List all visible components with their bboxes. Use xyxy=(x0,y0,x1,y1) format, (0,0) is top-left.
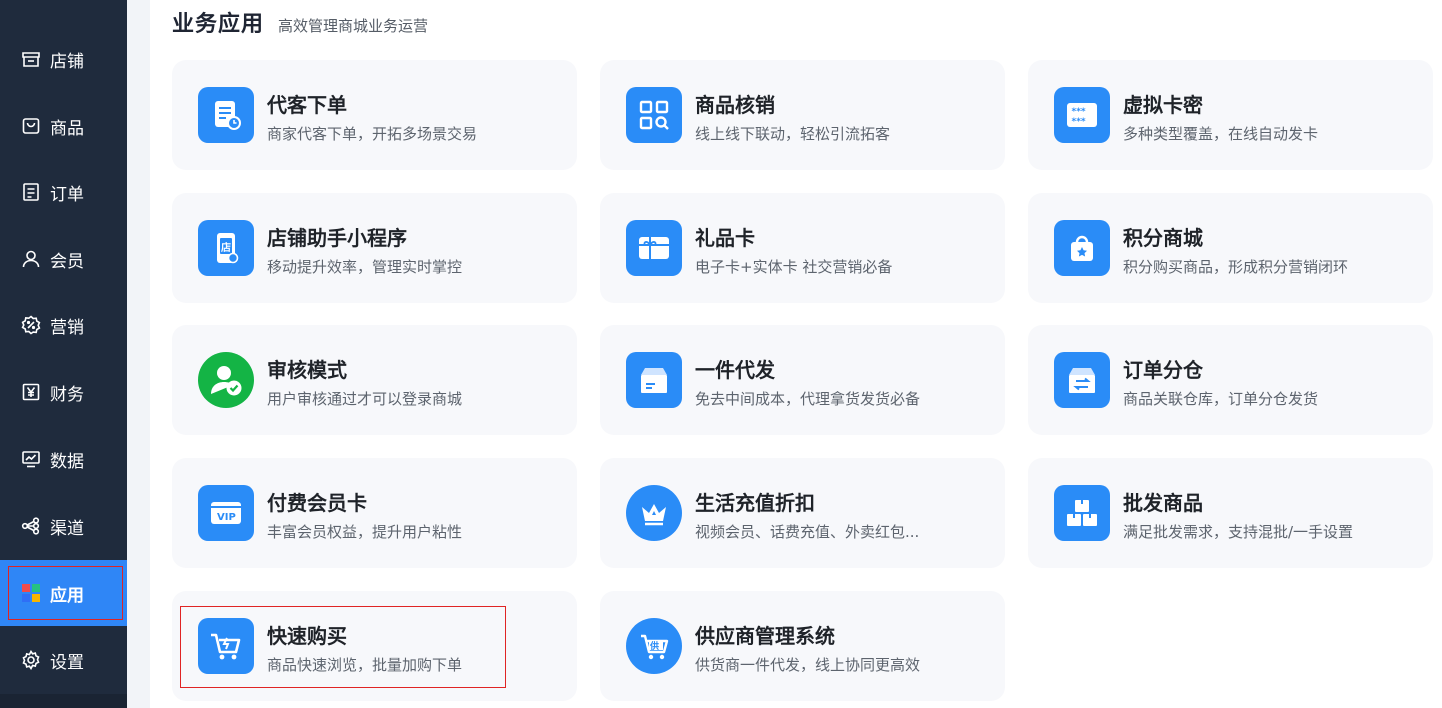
svg-text:VIP: VIP xyxy=(217,512,236,523)
app-desc: 商品快速浏览，批量加购下单 xyxy=(267,656,463,674)
app-name: 审核模式 xyxy=(267,358,347,382)
sidebar-item-finance[interactable]: 财务 xyxy=(0,359,127,425)
crown-icon xyxy=(626,485,682,541)
store-icon xyxy=(20,48,42,70)
svg-text:店: 店 xyxy=(221,241,231,254)
sidebar-item-data[interactable]: 数据 xyxy=(0,426,127,492)
app-desc: 移动提升效率，管理实时掌控 xyxy=(267,258,463,276)
app-name: 供应商管理系统 xyxy=(695,624,835,648)
sidebar-item-apps[interactable]: 应用 xyxy=(0,560,127,626)
app-desc: 电子卡+实体卡 社交营销必备 xyxy=(695,258,893,276)
app-desc: 用户审核通过才可以登录商城 xyxy=(267,390,463,408)
app-card-points-mall[interactable]: 积分商城 积分购买商品，形成积分营销闭环 xyxy=(1028,193,1433,303)
app-name: 付费会员卡 xyxy=(267,491,367,515)
sidebar-item-label: 设置 xyxy=(50,652,84,673)
sidebar-item-label: 店铺 xyxy=(50,51,84,72)
app-card-store-assistant[interactable]: 店 店铺助手小程序 移动提升效率，管理实时掌控 xyxy=(172,193,577,303)
app-card-paid-member[interactable]: VIP 付费会员卡 丰富会员权益，提升用户粘性 xyxy=(172,458,577,568)
svg-text:供: 供 xyxy=(649,640,659,652)
content-gutter xyxy=(127,0,150,708)
quick-cart-icon xyxy=(198,618,254,674)
apps-grid-icon xyxy=(20,582,42,604)
sidebar-item-label: 财务 xyxy=(50,384,84,405)
sidebar: 店铺 商品 订单 会员 营销 财务 数据 渠道 应用 设置 xyxy=(0,0,127,708)
sidebar-footer xyxy=(0,694,127,708)
app-name: 批发商品 xyxy=(1123,491,1203,515)
app-name: 代客下单 xyxy=(267,93,347,117)
sidebar-item-label: 商品 xyxy=(50,118,84,139)
sidebar-item-label: 数据 xyxy=(50,451,84,472)
app-card-life-recharge[interactable]: 生活充值折扣 视频会员、话费充值、外卖红包... xyxy=(600,458,1005,568)
app-card-supplier-system[interactable]: 供 供应商管理系统 供货商一件代发，线上协同更高效 xyxy=(600,591,1005,701)
app-card-review-mode[interactable]: 审核模式 用户审核通过才可以登录商城 xyxy=(172,325,577,435)
app-card-wholesale[interactable]: 批发商品 满足批发需求，支持混批/一手设置 xyxy=(1028,458,1433,568)
app-desc: 线上线下联动，轻松引流拓客 xyxy=(695,125,891,143)
supplier-cart-icon: 供 xyxy=(626,618,682,674)
app-name: 礼品卡 xyxy=(695,226,755,250)
app-name: 商品核销 xyxy=(695,93,775,117)
app-card-quick-buy[interactable]: 快速购买 商品快速浏览，批量加购下单 xyxy=(172,591,577,701)
section-subtitle: 高效管理商城业务运营 xyxy=(278,17,429,35)
phone-store-icon: 店 xyxy=(198,220,254,276)
app-name: 一件代发 xyxy=(695,358,775,382)
app-card-goods-verify[interactable]: 商品核销 线上线下联动，轻松引流拓客 xyxy=(600,60,1005,170)
share-icon xyxy=(20,515,42,537)
app-name: 订单分仓 xyxy=(1123,358,1203,382)
app-card-virtual-card[interactable]: *** *** 虚拟卡密 多种类型覆盖，在线自动发卡 xyxy=(1028,60,1433,170)
boxes-icon xyxy=(1054,485,1110,541)
app-desc: 免去中间成本，代理拿货发货必备 xyxy=(695,390,921,408)
sidebar-item-label: 订单 xyxy=(50,184,84,205)
section-header: 业务应用 高效管理商城业务运营 xyxy=(172,6,428,40)
app-desc: 积分购买商品，形成积分营销闭环 xyxy=(1123,258,1349,276)
app-card-order-warehouse[interactable]: 订单分仓 商品关联仓库，订单分仓发货 xyxy=(1028,325,1433,435)
app-desc: 满足批发需求，支持混批/一手设置 xyxy=(1123,523,1354,541)
app-name: 快速购买 xyxy=(267,624,347,648)
order-icon xyxy=(20,181,42,203)
sidebar-item-members[interactable]: 会员 xyxy=(0,226,127,292)
sidebar-item-orders[interactable]: 订单 xyxy=(0,159,127,225)
svg-text:***: *** xyxy=(1072,117,1086,127)
app-desc: 视频会员、话费充值、外卖红包... xyxy=(695,523,920,541)
password-card-icon: *** *** xyxy=(1054,87,1110,143)
user-icon xyxy=(20,248,42,270)
qr-verify-icon xyxy=(626,87,682,143)
app-name: 虚拟卡密 xyxy=(1123,93,1203,117)
sidebar-item-label: 渠道 xyxy=(50,518,84,539)
proxy-order-icon xyxy=(198,87,254,143)
gear-icon xyxy=(20,649,42,671)
app-name: 生活充值折扣 xyxy=(695,491,815,515)
app-name: 积分商城 xyxy=(1123,226,1203,250)
warehouse-icon xyxy=(1054,352,1110,408)
yen-icon xyxy=(20,381,42,403)
sidebar-item-goods[interactable]: 商品 xyxy=(0,93,127,159)
chart-monitor-icon xyxy=(20,448,42,470)
sidebar-item-label: 营销 xyxy=(50,317,84,338)
app-desc: 丰富会员权益，提升用户粘性 xyxy=(267,523,463,541)
app-card-proxy-order[interactable]: 代客下单 商家代客下单，开拓多场景交易 xyxy=(172,60,577,170)
main-content: 业务应用 高效管理商城业务运营 代客下单 商家代客下单，开拓多场景交易 商品核销… xyxy=(150,0,1442,708)
box-ship-icon xyxy=(626,352,682,408)
points-bag-icon xyxy=(1054,220,1110,276)
app-name: 店铺助手小程序 xyxy=(267,226,407,250)
section-title: 业务应用 xyxy=(172,12,265,37)
app-desc: 供货商一件代发，线上协同更高效 xyxy=(695,656,921,674)
app-card-dropship[interactable]: 一件代发 免去中间成本，代理拿货发货必备 xyxy=(600,325,1005,435)
user-check-icon xyxy=(198,352,254,408)
sidebar-item-label: 应用 xyxy=(50,585,84,606)
sidebar-item-settings[interactable]: 设置 xyxy=(0,627,127,693)
sidebar-item-store[interactable]: 店铺 xyxy=(0,26,127,92)
discount-icon xyxy=(20,314,42,336)
sidebar-item-cutoff xyxy=(20,0,110,4)
sidebar-item-channels[interactable]: 渠道 xyxy=(0,493,127,559)
bag-icon xyxy=(20,115,42,137)
sidebar-item-label: 会员 xyxy=(50,251,84,272)
app-desc: 多种类型覆盖，在线自动发卡 xyxy=(1123,125,1319,143)
vip-card-icon: VIP xyxy=(198,485,254,541)
app-desc: 商品关联仓库，订单分仓发货 xyxy=(1123,390,1319,408)
sidebar-item-marketing[interactable]: 营销 xyxy=(0,292,127,358)
app-desc: 商家代客下单，开拓多场景交易 xyxy=(267,125,478,143)
gift-card-icon xyxy=(626,220,682,276)
app-card-gift-card[interactable]: 礼品卡 电子卡+实体卡 社交营销必备 xyxy=(600,193,1005,303)
svg-text:***: *** xyxy=(1072,107,1086,117)
